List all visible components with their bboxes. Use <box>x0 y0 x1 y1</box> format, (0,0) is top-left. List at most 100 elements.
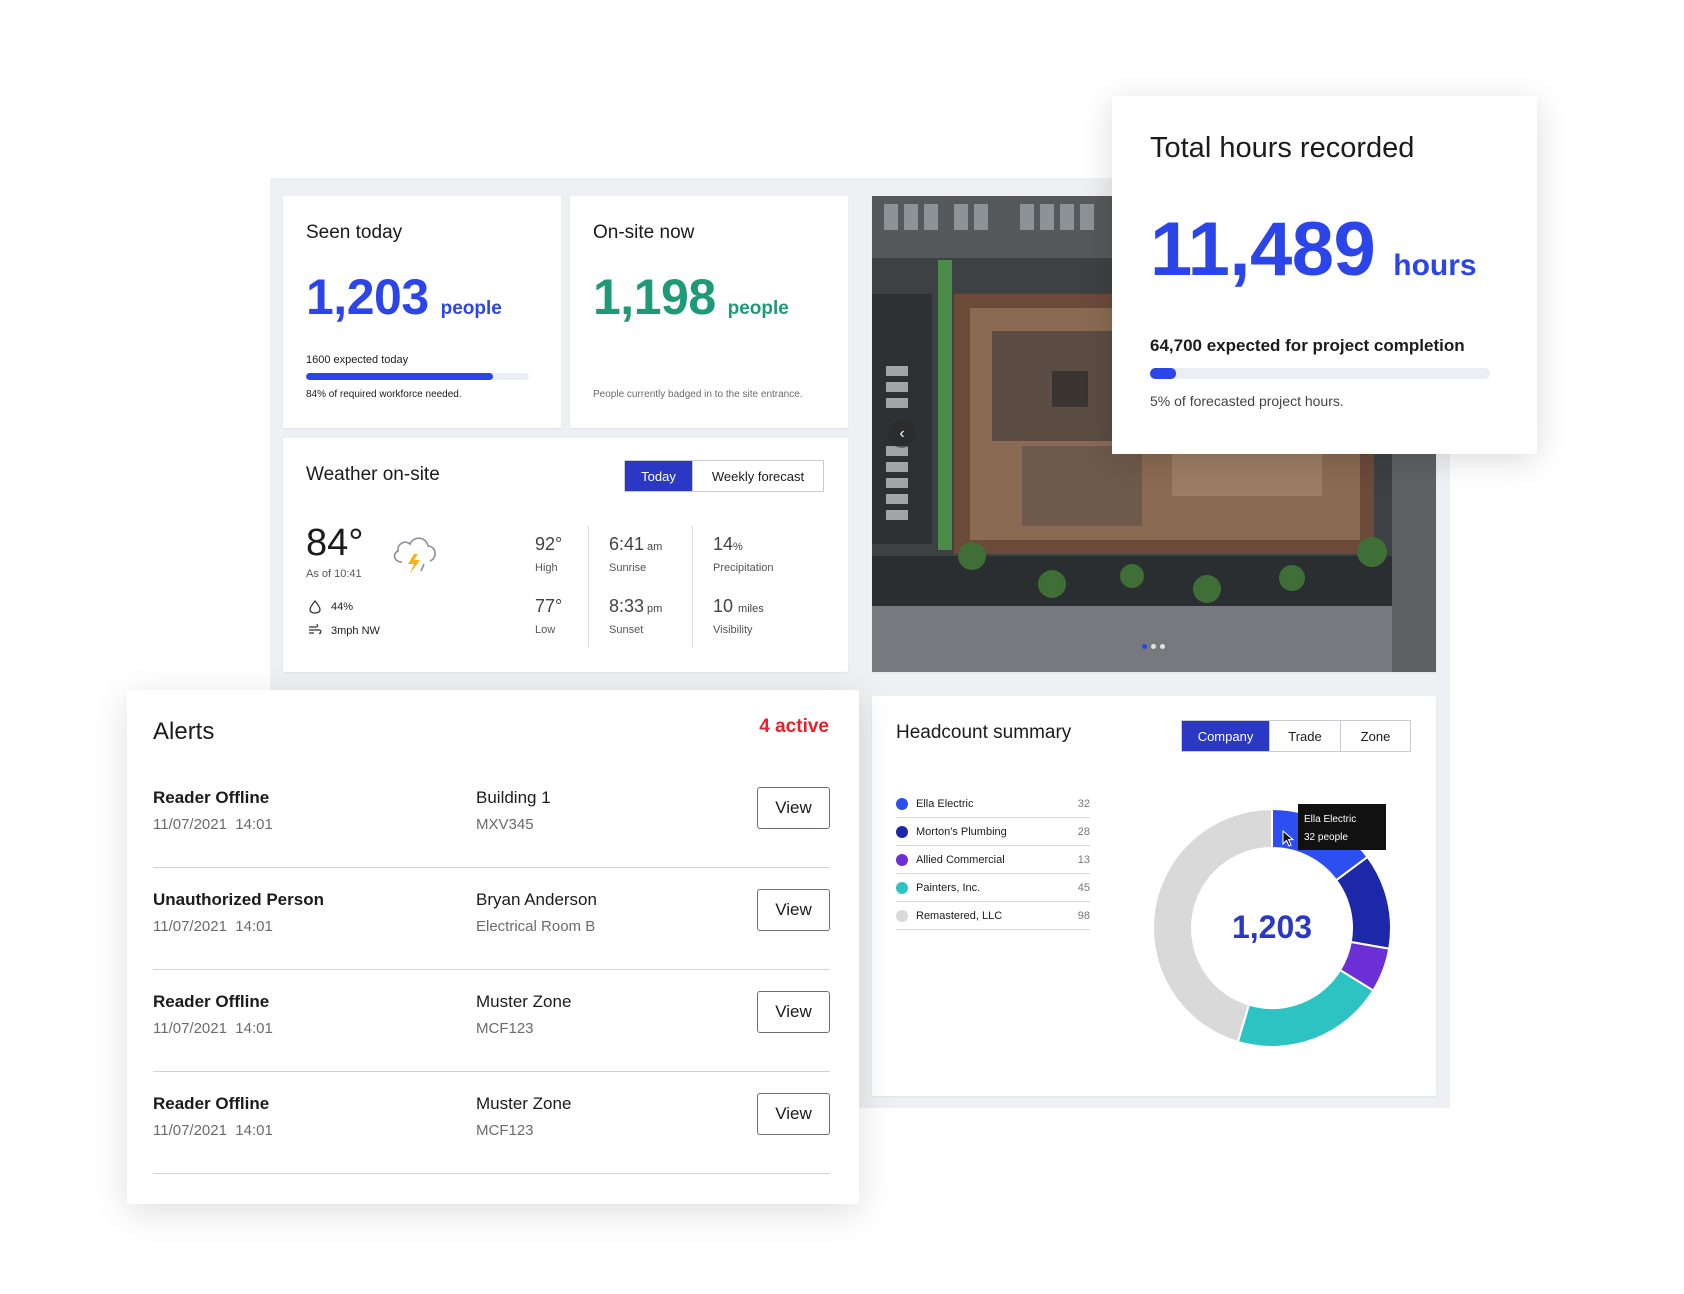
weather-title: Weather on-site <box>306 464 440 485</box>
sunrise-time: 6:41 am <box>609 534 663 554</box>
total-hours-note: 5% of forecasted project hours. <box>1150 393 1344 409</box>
onsite-now-metric: 1,198 people <box>593 268 789 326</box>
seen-today-card: Seen today 1,203 people 1600 expected to… <box>283 196 561 428</box>
seen-today-value: 1,203 <box>306 269 429 325</box>
legend-label: Morton's Plumbing <box>916 825 1007 838</box>
alerts-title: Alerts <box>153 718 215 745</box>
legend-item[interactable]: Ella Electric 32 <box>896 790 1090 818</box>
view-alert-button[interactable]: View <box>757 1093 830 1135</box>
total-hours-value: 11,489 <box>1150 207 1376 292</box>
alert-timestamp: 11/07/2021 14:01 <box>153 816 273 833</box>
legend-swatch <box>896 909 908 922</box>
humidity-value: 44% <box>331 601 354 613</box>
total-hours-expected: 64,700 expected for project completion <box>1150 336 1465 355</box>
seen-today-title: Seen today <box>306 222 403 243</box>
carousel-dot[interactable] <box>1151 644 1156 649</box>
visibility-value: 10 miles <box>713 596 764 616</box>
thunderstorm-icon <box>393 537 436 574</box>
legend-count: 98 <box>1077 909 1090 922</box>
alert-type: Reader Offline <box>153 788 270 807</box>
alert-location: Bryan Anderson <box>476 890 597 909</box>
view-alert-button[interactable]: View <box>757 889 830 931</box>
view-alert-button[interactable]: View <box>757 787 830 829</box>
mouse-cursor-icon <box>1282 830 1294 847</box>
alerts-active-count: 4 active <box>759 716 829 737</box>
legend-item[interactable]: Painters, Inc. 45 <box>896 874 1090 902</box>
onsite-now-note: People currently badged in to the site e… <box>593 389 803 400</box>
tab-company[interactable]: Company <box>1182 721 1270 751</box>
alert-detail: MCF123 <box>476 1122 534 1139</box>
legend-item[interactable]: Remastered, LLC 98 <box>896 902 1090 930</box>
total-hours-unit: hours <box>1393 249 1477 282</box>
alert-location: Muster Zone <box>476 992 572 1011</box>
view-alert-button[interactable]: View <box>757 991 830 1033</box>
onsite-now-unit: people <box>727 298 789 319</box>
tab-trade[interactable]: Trade <box>1270 721 1341 751</box>
weather-tab-group: Today Weekly forecast <box>624 460 824 492</box>
carousel-prev-button[interactable]: ‹ <box>888 420 916 448</box>
high-label: High <box>535 562 558 574</box>
alert-location: Muster Zone <box>476 1094 572 1113</box>
headcount-title: Headcount summary <box>896 722 1072 743</box>
legend-swatch <box>896 881 908 894</box>
onsite-now-value: 1,198 <box>593 269 716 325</box>
legend-label: Ella Electric <box>916 797 974 810</box>
alert-row: Reader Offline 11/07/2021 14:01 Muster Zon… <box>153 1072 830 1174</box>
wind-value: 3mph NW <box>331 625 380 637</box>
alert-type: Reader Offline <box>153 992 270 1011</box>
total-hours-title: Total hours recorded <box>1150 132 1415 164</box>
legend-count: 28 <box>1077 825 1090 838</box>
alert-detail: MCF123 <box>476 1020 534 1037</box>
tab-weekly-forecast[interactable]: Weekly forecast <box>693 461 823 491</box>
seen-today-expected: 1600 expected today <box>306 354 409 366</box>
total-hours-metric: 11,489 hours <box>1150 206 1477 293</box>
legend-label: Remastered, LLC <box>916 909 1003 922</box>
headcount-tab-group: Company Trade Zone <box>1181 720 1411 752</box>
alert-location: Building 1 <box>476 788 551 807</box>
total-hours-progress-fill <box>1150 368 1176 379</box>
alerts-card: Alerts 4 active Reader Offline 11/07/2021… <box>127 690 859 1204</box>
sunset-time: 8:33 pm <box>609 596 663 616</box>
tooltip-name: Ella Electric <box>1304 814 1357 825</box>
weather-card: Weather on-site Today Weekly forecast 84… <box>283 438 848 672</box>
precipitation-label: Precipitation <box>713 562 774 574</box>
seen-today-progress-fill <box>306 373 494 380</box>
tab-today[interactable]: Today <box>625 461 693 491</box>
tab-zone[interactable]: Zone <box>1341 721 1410 751</box>
total-hours-card: Total hours recorded 11,489 hours 64,700… <box>1112 96 1537 454</box>
high-temp: 92° <box>535 534 563 554</box>
alert-type: Reader Offline <box>153 1094 270 1113</box>
seen-today-note: 84% of required workforce needed. <box>306 389 462 400</box>
legend-swatch <box>896 853 908 866</box>
legend-count: 45 <box>1077 881 1090 894</box>
weather-as-of: As of 10:41 <box>306 568 362 580</box>
legend-swatch <box>896 797 908 810</box>
alert-detail: Electrical Room B <box>476 918 596 935</box>
weather-divider <box>692 526 693 648</box>
legend-item[interactable]: Morton's Plumbing 28 <box>896 818 1090 846</box>
visibility-label: Visibility <box>713 624 753 636</box>
current-temperature: 84° <box>306 522 364 564</box>
carousel-dot[interactable] <box>1142 644 1147 649</box>
alert-timestamp: 11/07/2021 14:01 <box>153 1020 273 1037</box>
alert-row: Unauthorized Person 11/07/2021 14:01 Bryan… <box>153 868 830 970</box>
sunrise-label: Sunrise <box>609 562 647 574</box>
legend-label: Painters, Inc. <box>916 881 981 894</box>
headcount-summary-card: Headcount summary Company Trade Zone Ell… <box>872 696 1436 1096</box>
chart-tooltip: Ella Electric 32 people <box>1298 804 1386 850</box>
tooltip-detail: 32 people <box>1304 832 1348 843</box>
alert-row: Reader Offline 11/07/2021 14:01 Muster Zon… <box>153 970 830 1072</box>
seen-today-metric: 1,203 people <box>306 268 502 326</box>
carousel-dots <box>1142 644 1165 649</box>
total-hours-progress-bar <box>1150 368 1490 379</box>
alert-row: Reader Offline 11/07/2021 14:01 Building 1… <box>153 766 830 868</box>
legend-item[interactable]: Allied Commercial 13 <box>896 846 1090 874</box>
legend-label: Allied Commercial <box>916 853 1005 866</box>
legend-swatch <box>896 825 908 838</box>
legend-count: 13 <box>1077 853 1090 866</box>
sunset-label: Sunset <box>609 624 644 636</box>
carousel-dot[interactable] <box>1160 644 1165 649</box>
donut-slice-painters-inc[interactable] <box>1236 968 1375 1048</box>
wind-icon <box>309 624 322 635</box>
alert-timestamp: 11/07/2021 14:01 <box>153 1122 273 1139</box>
